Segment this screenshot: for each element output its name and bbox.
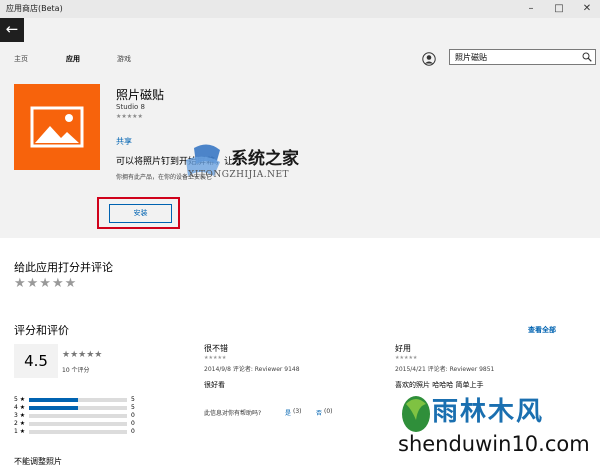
rating-count: 10 个评分	[62, 367, 90, 374]
close-button[interactable]: ✕	[576, 0, 598, 18]
rate-stars-input[interactable]: ★★★★★	[14, 276, 77, 291]
rating-bar-track	[29, 422, 127, 426]
tab-home[interactable]: 主页	[14, 54, 28, 64]
more-section-title: 不能调整照片	[14, 457, 62, 466]
back-arrow-icon: ←	[5, 20, 19, 38]
window-title: 应用商店(Beta)	[6, 4, 63, 13]
no-vote-link[interactable]: 否	[316, 408, 322, 417]
rating-bar-count: 5	[131, 404, 135, 411]
average-stars: ★★★★★	[62, 350, 103, 360]
review-body: 很好看	[204, 381, 225, 389]
tab-apps[interactable]: 应用	[66, 54, 80, 64]
watermark-url: XITONGZHIJIA.NET	[188, 170, 290, 180]
maximize-button[interactable]: □	[548, 0, 570, 18]
rating-bar-count: 5	[131, 396, 135, 403]
review-stars: ★★★★★	[204, 355, 227, 361]
app-rating-stars: ★★★★★	[116, 113, 143, 120]
site-logo-text: 雨林木风	[432, 397, 545, 427]
rating-bar-count: 0	[131, 412, 135, 419]
review-meta: 2014/9/8 评论者: Reviewer 9148	[204, 366, 300, 373]
site-logo-url: shenduwin10.com	[398, 432, 590, 456]
rating-bar-label: 4 ★	[14, 404, 26, 411]
user-icon[interactable]	[422, 52, 436, 66]
app-tile	[14, 84, 100, 170]
watermark-title: 系统之家	[231, 149, 299, 169]
average-score: 4.5	[24, 352, 48, 370]
search-input[interactable]: 照片磁贴	[449, 49, 596, 65]
rating-bar-track	[29, 414, 127, 418]
rating-bar-label: 2 ★	[14, 420, 26, 427]
yes-count: (3)	[293, 408, 302, 415]
rate-section-title: 给此应用打分并评论	[14, 261, 113, 274]
back-bar	[0, 18, 600, 42]
rating-bar-label: 3 ★	[14, 412, 26, 419]
reviews-section-title: 评分和评价	[14, 324, 69, 337]
rating-bar-label: 1 ★	[14, 428, 26, 435]
tab-games[interactable]: 游戏	[117, 54, 131, 64]
rating-bar-count: 0	[131, 420, 135, 427]
review-stars: ★★★★★	[395, 355, 418, 361]
back-button[interactable]: ←	[0, 18, 24, 42]
review-title: 很不错	[204, 344, 228, 353]
app-developer[interactable]: Studio 8	[116, 103, 145, 111]
rating-bar-track	[29, 406, 127, 410]
install-button[interactable]: 安装	[109, 204, 172, 223]
rating-bar-label: 5 ★	[14, 396, 26, 403]
review-title: 好用	[395, 344, 411, 353]
rating-bar-track	[29, 430, 127, 434]
minimize-button[interactable]: –	[520, 0, 542, 18]
rating-bar-fill	[29, 406, 78, 410]
yes-vote-link[interactable]: 是	[285, 408, 291, 417]
no-count: (0)	[324, 408, 333, 415]
helpful-question: 此信息对你有帮助吗?	[204, 410, 262, 417]
review-meta: 2015/4/21 评论者: Reviewer 9851	[395, 366, 495, 373]
share-link[interactable]: 共享	[116, 136, 132, 147]
photo-icon	[30, 106, 84, 148]
search-value: 照片磁贴	[455, 53, 487, 62]
rating-bar-count: 0	[131, 428, 135, 435]
see-all-link[interactable]: 查看全部	[528, 325, 556, 335]
app-name: 照片磁贴	[116, 88, 165, 102]
search-icon[interactable]	[582, 52, 592, 62]
title-bar: 应用商店(Beta) – □ ✕	[0, 0, 600, 18]
rating-bar-fill	[29, 398, 78, 402]
rating-bar-track	[29, 398, 127, 402]
